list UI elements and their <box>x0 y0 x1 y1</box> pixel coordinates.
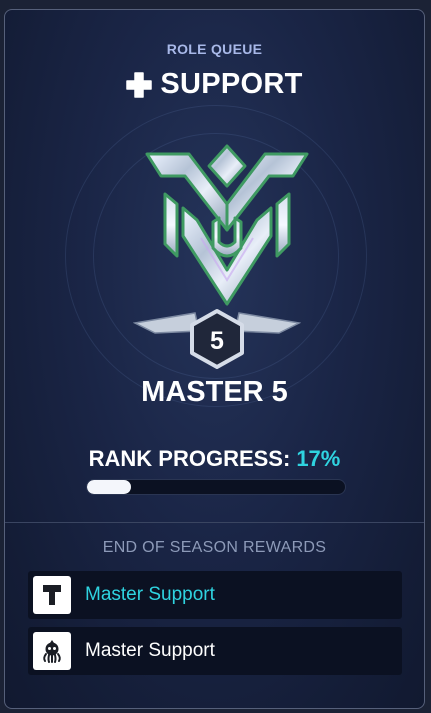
tier-badge: 5 <box>133 309 301 369</box>
title-t-icon <box>33 576 71 614</box>
rank-card: ROLE QUEUE SUPPORT 5 MASTER 5 RANK PROGR… <box>4 9 425 709</box>
role-name: SUPPORT <box>160 68 303 100</box>
rank-progress-value: 17% <box>296 446 341 471</box>
master-rank-emblem-icon <box>145 144 309 306</box>
reward-label: Master Support <box>85 584 215 605</box>
reward-label: Master Support <box>85 640 215 661</box>
rank-progress: RANK PROGRESS: 17% <box>5 446 424 472</box>
role-queue-label: ROLE QUEUE <box>166 41 263 57</box>
rewards-title: END OF SEASON REWARDS <box>102 539 327 556</box>
rank-progress-label: RANK PROGRESS: <box>88 446 291 471</box>
role-title: SUPPORT <box>5 68 424 101</box>
rank-name: MASTER 5 <box>141 376 288 408</box>
rank-progress-fill <box>87 480 131 494</box>
divider <box>5 522 424 523</box>
reward-item-title[interactable]: Master Support <box>28 571 402 619</box>
reward-item-spray[interactable]: Master Support <box>28 627 402 675</box>
plus-icon <box>126 71 153 98</box>
rank-progress-bar <box>86 479 346 495</box>
spray-octopus-icon <box>33 632 71 670</box>
tier-number: 5 <box>210 327 224 355</box>
